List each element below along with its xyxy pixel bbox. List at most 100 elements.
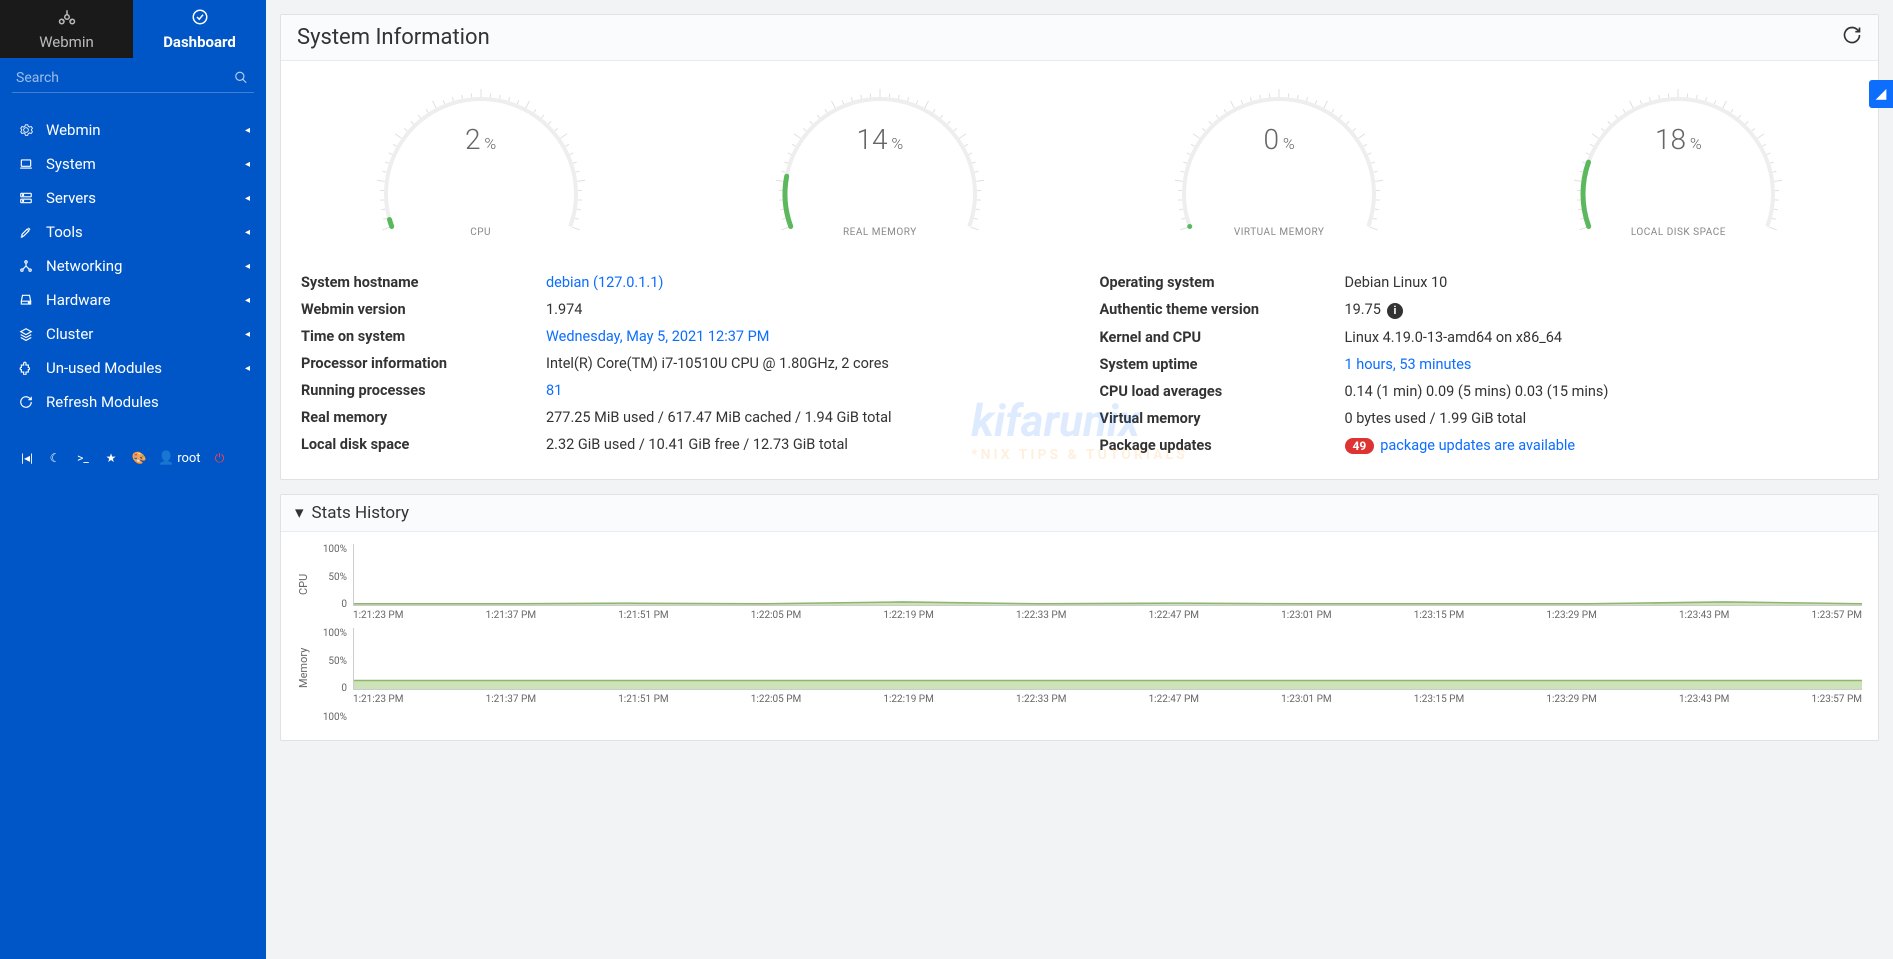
- gauge-local-disk-space: 18 % LOCAL DISK SPACE: [1563, 79, 1793, 253]
- gauge-value: 0 %: [1164, 123, 1394, 156]
- side-notification-flag[interactable]: ◢: [1869, 80, 1893, 108]
- server-icon: [18, 191, 34, 205]
- gauge-label: REAL MEMORY: [765, 227, 995, 238]
- chevron-left-icon: ◂: [245, 329, 250, 340]
- info-link[interactable]: debian (127.0.1.1): [546, 274, 663, 291]
- sidebar-item-label: Webmin: [46, 121, 101, 139]
- sidebar-item-label: Networking: [46, 257, 122, 275]
- info-row: CPU load averages0.14 (1 min) 0.09 (5 mi…: [1100, 378, 1859, 405]
- info-label: Package updates: [1100, 437, 1345, 454]
- info-label: Time on system: [301, 328, 546, 345]
- info-label: Webmin version: [301, 301, 546, 318]
- chart-plot: [353, 544, 1862, 606]
- gauge-value: 18 %: [1563, 123, 1793, 156]
- info-row: Local disk space2.32 GiB used / 10.41 Gi…: [301, 431, 1060, 458]
- chart-xticks: 1:21:23 PM1:21:37 PM1:21:51 PM1:22:05 PM…: [353, 694, 1862, 708]
- chevron-left-icon: ◂: [245, 363, 250, 374]
- tab-dashboard-label: Dashboard: [163, 33, 236, 51]
- sidebar-item-networking[interactable]: Networking ◂: [0, 249, 266, 283]
- refresh-icon: [18, 395, 34, 409]
- chevron-left-icon: ◂: [245, 159, 250, 170]
- sidebar-toolbar: |◂| ☾ >_ ★ 🎨 👤 root ⏻: [0, 445, 266, 471]
- sidebar-tabs: Webmin Dashboard: [0, 0, 266, 58]
- panel-header: System Information: [281, 15, 1878, 61]
- info-icon[interactable]: i: [1387, 303, 1403, 319]
- system-info-panel: System Information 2 % CPU 14 % REAL MEM…: [280, 14, 1879, 480]
- info-label: Running processes: [301, 382, 546, 399]
- sidebar-item-un-used-modules[interactable]: Un-used Modules ◂: [0, 351, 266, 385]
- stats-history-panel: ▾ Stats History CPU 100%50%0 1:21:23 PM1…: [280, 494, 1879, 741]
- info-row: System uptime1 hours, 53 minutes: [1100, 351, 1859, 378]
- info-link[interactable]: package updates are available: [1380, 437, 1575, 454]
- sidebar-item-webmin[interactable]: Webmin ◂: [0, 113, 266, 147]
- chevron-left-icon: ◂: [245, 125, 250, 136]
- gauge-virtual-memory: 0 % VIRTUAL MEMORY: [1164, 79, 1394, 253]
- toggle-sidebar-button[interactable]: |◂|: [14, 445, 40, 471]
- chevron-left-icon: ◂: [245, 193, 250, 204]
- sidebar-item-system[interactable]: System ◂: [0, 147, 266, 181]
- sidebar-item-servers[interactable]: Servers ◂: [0, 181, 266, 215]
- info-label: Authentic theme version: [1100, 301, 1345, 319]
- sidebar-item-label: Tools: [46, 223, 83, 241]
- logout-button[interactable]: ⏻: [207, 445, 233, 471]
- info-label: Real memory: [301, 409, 546, 426]
- gauge-cpu: 2 % CPU: [366, 79, 596, 253]
- info-label: Virtual memory: [1100, 410, 1345, 427]
- sidebar-item-cluster[interactable]: Cluster ◂: [0, 317, 266, 351]
- chevron-left-icon: ◂: [245, 227, 250, 238]
- info-link[interactable]: Wednesday, May 5, 2021 12:37 PM: [546, 328, 769, 345]
- badge: 49: [1345, 438, 1375, 454]
- sidebar-item-label: Cluster: [46, 325, 93, 343]
- info-label: CPU load averages: [1100, 383, 1345, 400]
- sidebar-item-label: Servers: [46, 189, 96, 207]
- info-value: Debian Linux 10: [1345, 274, 1448, 291]
- gauges-row: 2 % CPU 14 % REAL MEMORY 0 % VIRTUAL MEM…: [281, 61, 1878, 257]
- favorites-button[interactable]: ★: [98, 445, 124, 471]
- night-mode-button[interactable]: ☾: [42, 445, 68, 471]
- gauge-label: CPU: [366, 227, 596, 238]
- theme-button[interactable]: 🎨: [126, 445, 152, 471]
- gear-icon: [18, 123, 34, 137]
- tab-webmin-label: Webmin: [39, 33, 94, 51]
- search-input[interactable]: [12, 64, 254, 93]
- sidebar-nav: Webmin ◂ System ◂ Servers ◂ Tools ◂ Netw…: [0, 99, 266, 419]
- chart-ylabel: Memory: [297, 628, 313, 708]
- tab-dashboard[interactable]: Dashboard: [133, 0, 266, 58]
- info-row: Real memory277.25 MiB used / 617.47 MiB …: [301, 404, 1060, 431]
- dashboard-icon: [191, 8, 209, 30]
- panel-title: System Information: [297, 25, 490, 50]
- info-row: Processor informationIntel(R) Core(TM) i…: [301, 350, 1060, 377]
- info-link[interactable]: 1 hours, 53 minutes: [1345, 356, 1472, 373]
- sidebar-item-hardware[interactable]: Hardware ◂: [0, 283, 266, 317]
- sidebar-item-refresh-modules[interactable]: Refresh Modules: [0, 385, 266, 419]
- info-value: 19.75: [1345, 301, 1381, 318]
- info-value: Intel(R) Core(TM) i7-10510U CPU @ 1.80GH…: [546, 355, 889, 372]
- info-row: Running processes81: [301, 377, 1060, 404]
- chart-xticks: 1:21:23 PM1:21:37 PM1:21:51 PM1:22:05 PM…: [353, 610, 1862, 624]
- refresh-button[interactable]: [1842, 25, 1862, 50]
- user-button[interactable]: 👤 root: [154, 445, 205, 471]
- info-value: 0.14 (1 min) 0.09 (5 mins) 0.03 (15 mins…: [1345, 383, 1609, 400]
- laptop-icon: [18, 157, 34, 171]
- info-link[interactable]: 81: [546, 382, 562, 399]
- info-label: Local disk space: [301, 436, 546, 453]
- sidebar-item-label: Hardware: [46, 291, 111, 309]
- info-row: Operating systemDebian Linux 10: [1100, 269, 1859, 296]
- info-row: Authentic theme version19.75 i: [1100, 296, 1859, 324]
- terminal-button[interactable]: >_: [70, 445, 96, 471]
- stats-body: CPU 100%50%0 1:21:23 PM1:21:37 PM1:21:51…: [281, 532, 1878, 740]
- info-value: Linux 4.19.0-13-amd64 on x86_64: [1345, 329, 1563, 346]
- info-label: Processor information: [301, 355, 546, 372]
- info-value: 0 bytes used / 1.99 GiB total: [1345, 410, 1527, 427]
- sidebar-item-label: Un-used Modules: [46, 359, 162, 377]
- network-icon: [18, 259, 34, 273]
- search-icon[interactable]: [234, 69, 248, 88]
- sidebar-item-tools[interactable]: Tools ◂: [0, 215, 266, 249]
- webmin-icon: [58, 8, 76, 30]
- tab-webmin[interactable]: Webmin: [0, 0, 133, 58]
- chevron-left-icon: ◂: [245, 261, 250, 272]
- sidebar-item-label: System: [46, 155, 96, 173]
- chart-cpu: CPU 100%50%0 1:21:23 PM1:21:37 PM1:21:51…: [297, 544, 1862, 624]
- stats-header[interactable]: ▾ Stats History: [281, 495, 1878, 532]
- chart-plot: [353, 628, 1862, 690]
